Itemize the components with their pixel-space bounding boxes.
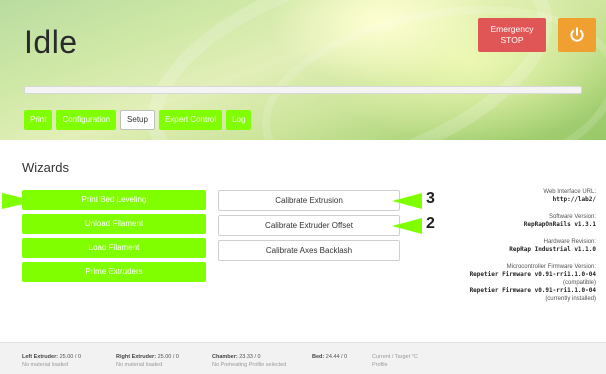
firmware-compatible-note: (compatible): [562, 280, 596, 286]
calibrate-extruder-offset-button[interactable]: Calibrate Extruder Offset: [218, 215, 400, 236]
calibrate-axes-backlash-button[interactable]: Calibrate Axes Backlash: [218, 240, 400, 261]
emergency-stop-label: STOP: [500, 35, 524, 45]
printer-status-title: Idle: [24, 24, 78, 60]
power-button[interactable]: [558, 18, 596, 52]
wizards-title: Wizards: [22, 160, 69, 175]
right-extruder-temp: 25.00 / 0: [157, 354, 179, 360]
tab-setup[interactable]: Setup: [120, 110, 155, 130]
tab-configuration[interactable]: Configuration: [56, 110, 117, 130]
calibrate-extrusion-button[interactable]: Calibrate Extrusion: [218, 190, 400, 211]
software-version-label: Software Version:: [548, 214, 596, 220]
chamber-temp: 23.33 / 0: [239, 354, 261, 360]
chamber-status: Chamber: 23.33 / 0 No Preheating Profile…: [212, 353, 286, 369]
firmware-compatible-value: Repetier Firmware v0.91-rri1.1.0-04: [469, 271, 596, 278]
print-bed-leveling-button[interactable]: Print Bed Leveling: [22, 190, 206, 210]
temperature-legend-sub: Profile: [372, 362, 388, 368]
tab-print[interactable]: Print: [24, 110, 53, 130]
firmware-installed-value: Repetier Firmware v0.91-rri1.1.0-04: [469, 287, 596, 294]
tab-log[interactable]: Log: [226, 110, 252, 130]
temperature-legend-label: Current / Target °C: [372, 354, 418, 360]
bed-status: Bed: 24.44 / 0: [312, 353, 347, 361]
bed-label: Bed:: [312, 354, 325, 360]
hardware-revision-label: Hardware Revision:: [543, 239, 596, 245]
temperature-legend: Current / Target °C Profile: [372, 353, 418, 369]
power-icon: [570, 27, 584, 42]
load-filament-button[interactable]: Load Filament: [22, 238, 206, 258]
left-extruder-status: Left Extruder: 25.00 / 0 No material loa…: [22, 353, 81, 369]
right-extruder-status: Right Extruder: 25.00 / 0 No material lo…: [116, 353, 179, 369]
left-extruder-label: Left Extruder:: [22, 354, 59, 360]
chamber-label: Chamber:: [212, 354, 238, 360]
left-extruder-temp: 25.00 / 0: [59, 354, 82, 360]
firmware-version-label: Microcontroller Firmware Version:: [506, 264, 596, 270]
print-progress-bar: [24, 86, 582, 94]
chamber-profile: No Preheating Profile selected: [212, 362, 287, 368]
wizard-middle-column: Calibrate Extrusion Calibrate Extruder O…: [218, 190, 400, 265]
system-info-panel: Web Interface URL: http://lab2/ Software…: [396, 188, 596, 303]
unload-filament-button[interactable]: Unload Filament: [22, 214, 206, 234]
web-url-label: Web Interface URL:: [543, 189, 596, 195]
main-tabs: Print Configuration Setup Expert Control…: [24, 110, 252, 130]
print-progress-fill: [25, 87, 581, 93]
right-extruder-label: Right Extruder:: [116, 354, 157, 360]
firmware-installed-note: (currently installed): [545, 296, 596, 302]
hardware-revision-value: RepRap Industrial v1.1.0: [509, 246, 596, 253]
header-banner: Idle Emergency STOP Print Configuration …: [0, 0, 606, 140]
right-extruder-material: No material loaded: [116, 362, 163, 368]
wizard-left-column: Print Bed Leveling Unload Filament Load …: [22, 190, 206, 286]
web-url-value: http://lab2/: [552, 196, 596, 203]
prime-extruders-button[interactable]: Prime Extruders: [22, 262, 206, 282]
left-extruder-material: No material loaded: [22, 362, 69, 368]
software-version-value: RepRapOnRails v1.3.1: [523, 221, 596, 228]
emergency-stop-label: Emergency: [490, 24, 534, 34]
tab-expert-control[interactable]: Expert Control: [158, 110, 223, 130]
bed-temp: 24.44 / 0: [325, 354, 348, 360]
emergency-stop-button[interactable]: Emergency STOP: [478, 18, 546, 52]
temperature-footer: Left Extruder: 25.00 / 0 No material loa…: [0, 342, 606, 374]
